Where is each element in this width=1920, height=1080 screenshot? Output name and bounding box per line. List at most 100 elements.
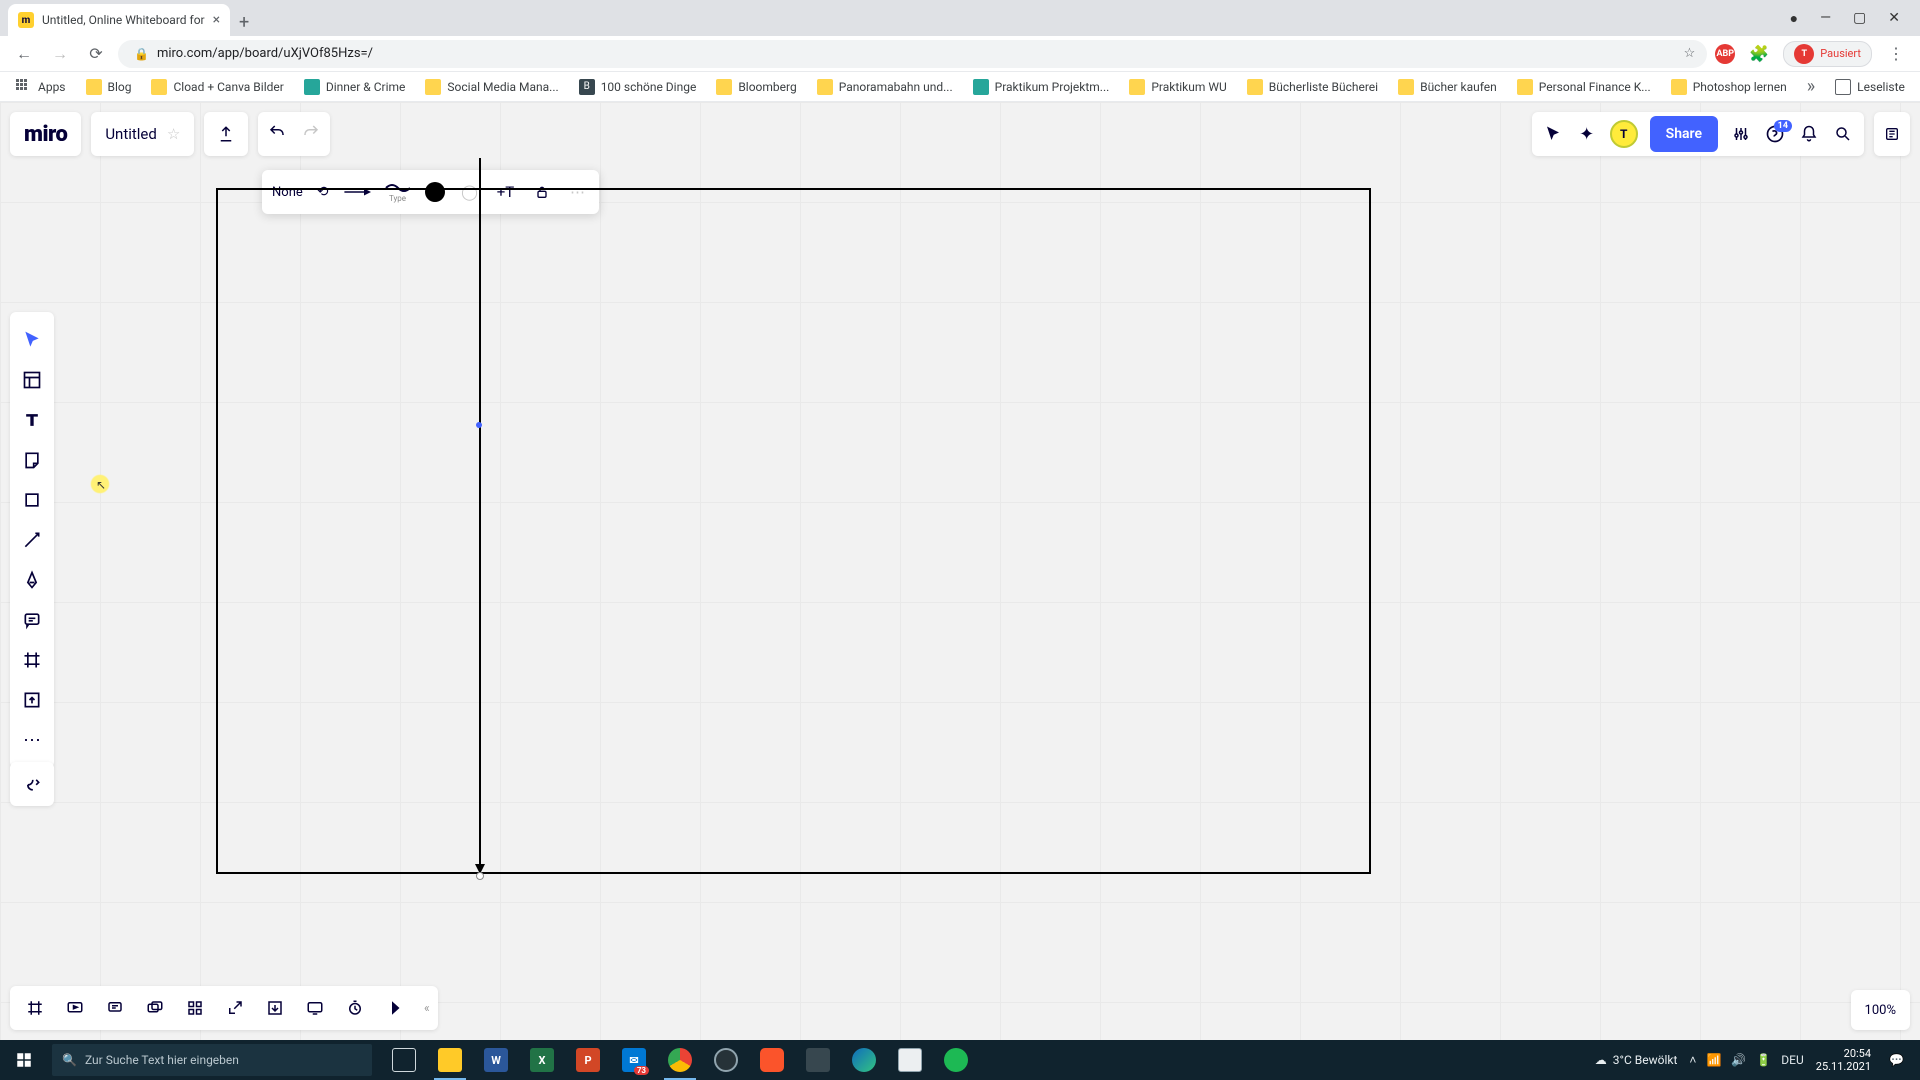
spotify-icon[interactable] (934, 1040, 978, 1080)
bookmark-apps[interactable]: Apps (8, 76, 74, 98)
bookmark-item[interactable]: Praktikum Projektm... (965, 76, 1118, 98)
word-icon[interactable]: W (474, 1040, 518, 1080)
battery-icon[interactable]: 🔋 (1756, 1053, 1771, 1067)
frame-shape[interactable] (216, 188, 1371, 874)
zoom-level[interactable]: 100% (1851, 990, 1910, 1030)
bookmark-item[interactable]: Bücher kaufen (1390, 76, 1505, 98)
line-endpoint-handle[interactable] (476, 872, 484, 880)
undo-button[interactable] (268, 123, 286, 145)
bell-icon[interactable] (1798, 125, 1820, 143)
language-indicator[interactable]: DEU (1781, 1053, 1803, 1067)
cards-icon[interactable] (138, 991, 172, 1025)
close-tab-icon[interactable]: × (213, 12, 220, 28)
bookmark-item[interactable]: Praktikum WU (1121, 76, 1234, 98)
share-button[interactable]: Share (1650, 116, 1718, 152)
presentation-icon[interactable] (58, 991, 92, 1025)
excel-icon[interactable]: X (520, 1040, 564, 1080)
back-icon[interactable]: ← (10, 40, 38, 68)
cursor-mode-icon[interactable] (1542, 125, 1564, 143)
favorite-star-icon[interactable]: ☆ (167, 125, 180, 143)
chrome-menu-icon[interactable]: ⋮ (1882, 40, 1910, 68)
bookmark-item[interactable]: Panoramabahn und... (809, 76, 961, 98)
bookmark-item[interactable]: Personal Finance K... (1509, 76, 1659, 98)
frames-panel-icon[interactable] (18, 991, 52, 1025)
arrow-shape[interactable] (479, 190, 481, 872)
comments-panel-icon[interactable] (98, 991, 132, 1025)
weather-widget[interactable]: ☁ 3°C Bewölkt (1595, 1053, 1678, 1067)
wifi-icon[interactable]: 📶 (1706, 1053, 1721, 1067)
bookmark-item[interactable]: Photoshop lernen (1663, 76, 1795, 98)
miro-canvas[interactable]: miro Untitled ☆ ✦ T Share 14 (0, 102, 1920, 1040)
sticky-note-tool[interactable] (10, 440, 54, 480)
export-frames-icon[interactable] (218, 991, 252, 1025)
miro-logo[interactable]: miro (10, 112, 81, 156)
extensions-icon[interactable]: 🧩 (1745, 40, 1773, 68)
more-tools[interactable]: ⋯ (10, 720, 54, 760)
bookmark-item[interactable]: B100 schöne Dinge (571, 76, 705, 98)
volume-icon[interactable]: 🔊 (1731, 1053, 1746, 1067)
search-icon[interactable] (1832, 125, 1854, 143)
import-icon[interactable] (258, 991, 292, 1025)
minimize-icon[interactable]: — (1820, 10, 1831, 26)
bookmark-item[interactable]: Social Media Mana... (417, 76, 566, 98)
bookmark-item[interactable]: Bloomberg (708, 76, 804, 98)
collapse-toolbar-icon[interactable]: « (418, 1001, 430, 1015)
maximize-icon[interactable]: ▢ (1853, 10, 1866, 26)
reload-icon[interactable]: ⟳ (82, 40, 110, 68)
close-window-icon[interactable]: ✕ (1888, 10, 1900, 26)
board-title[interactable]: Untitled ☆ (91, 112, 194, 156)
upload-tool[interactable] (10, 680, 54, 720)
abp-extension-icon[interactable]: ABP (1715, 44, 1735, 64)
shape-tool[interactable] (10, 480, 54, 520)
start-button[interactable] (0, 1040, 48, 1080)
notepad-icon[interactable] (888, 1040, 932, 1080)
select-tool[interactable] (10, 320, 54, 360)
frame-tool[interactable] (10, 640, 54, 680)
screen-share-icon[interactable] (298, 991, 332, 1025)
help-icon[interactable]: 14 (1764, 124, 1786, 144)
profile-status[interactable]: T Pausiert (1783, 41, 1872, 67)
bookmark-item[interactable]: Blog (78, 76, 140, 98)
apps-tool[interactable] (10, 762, 54, 806)
obs-icon[interactable] (704, 1040, 748, 1080)
tab-title: Untitled, Online Whiteboard for (42, 13, 205, 27)
grid-snap-icon[interactable] (178, 991, 212, 1025)
mail-icon[interactable]: ✉73 (612, 1040, 656, 1080)
templates-tool[interactable] (10, 360, 54, 400)
forward-icon: → (46, 40, 74, 68)
task-view-icon[interactable] (382, 1040, 426, 1080)
action-center-icon[interactable]: 💬 (1883, 1053, 1910, 1067)
reactions-icon[interactable]: ✦ (1576, 124, 1598, 145)
tray-chevron-icon[interactable]: ˄ (1689, 1053, 1696, 1067)
line-midpoint-handle[interactable] (476, 422, 482, 428)
taskbar-search[interactable]: 🔍 Zur Suche Text hier eingeben (52, 1044, 372, 1076)
brave-icon[interactable] (750, 1040, 794, 1080)
user-avatar[interactable]: T (1610, 120, 1638, 148)
bookmark-item[interactable]: Cload + Canva Bilder (143, 76, 291, 98)
export-button[interactable] (204, 112, 248, 156)
activity-panel-button[interactable] (1874, 112, 1910, 156)
chrome-icon[interactable] (658, 1040, 702, 1080)
taskbar-clock[interactable]: 20:54 25.11.2021 (1816, 1047, 1871, 1073)
browser-tab[interactable]: m Untitled, Online Whiteboard for × (8, 4, 230, 36)
line-tool[interactable] (10, 520, 54, 560)
account-dot-icon[interactable]: ● (1790, 10, 1798, 27)
powerpoint-icon[interactable]: P (566, 1040, 610, 1080)
text-tool[interactable] (10, 400, 54, 440)
timer-icon[interactable] (338, 991, 372, 1025)
voting-icon[interactable] (378, 991, 412, 1025)
address-bar[interactable]: 🔒 miro.com/app/board/uXjVOf85Hzs=/ ☆ (118, 40, 1707, 68)
bookmark-item[interactable]: Bücherliste Bücherei (1239, 76, 1386, 98)
pen-tool[interactable] (10, 560, 54, 600)
explorer-icon[interactable] (428, 1040, 472, 1080)
new-tab-button[interactable]: + (230, 8, 258, 36)
settings-sliders-icon[interactable] (1730, 125, 1752, 143)
bookmarks-bar: Apps Blog Cload + Canva Bilder Dinner & … (0, 72, 1920, 102)
reading-list-button[interactable]: Leseliste (1827, 76, 1913, 98)
comment-tool[interactable] (10, 600, 54, 640)
bookmark-item[interactable]: Dinner & Crime (296, 76, 414, 98)
edge-icon[interactable] (842, 1040, 886, 1080)
app-icon[interactable] (796, 1040, 840, 1080)
bookmark-star-icon[interactable]: ☆ (1684, 46, 1696, 61)
bookmarks-overflow-icon[interactable]: » (1799, 76, 1823, 97)
